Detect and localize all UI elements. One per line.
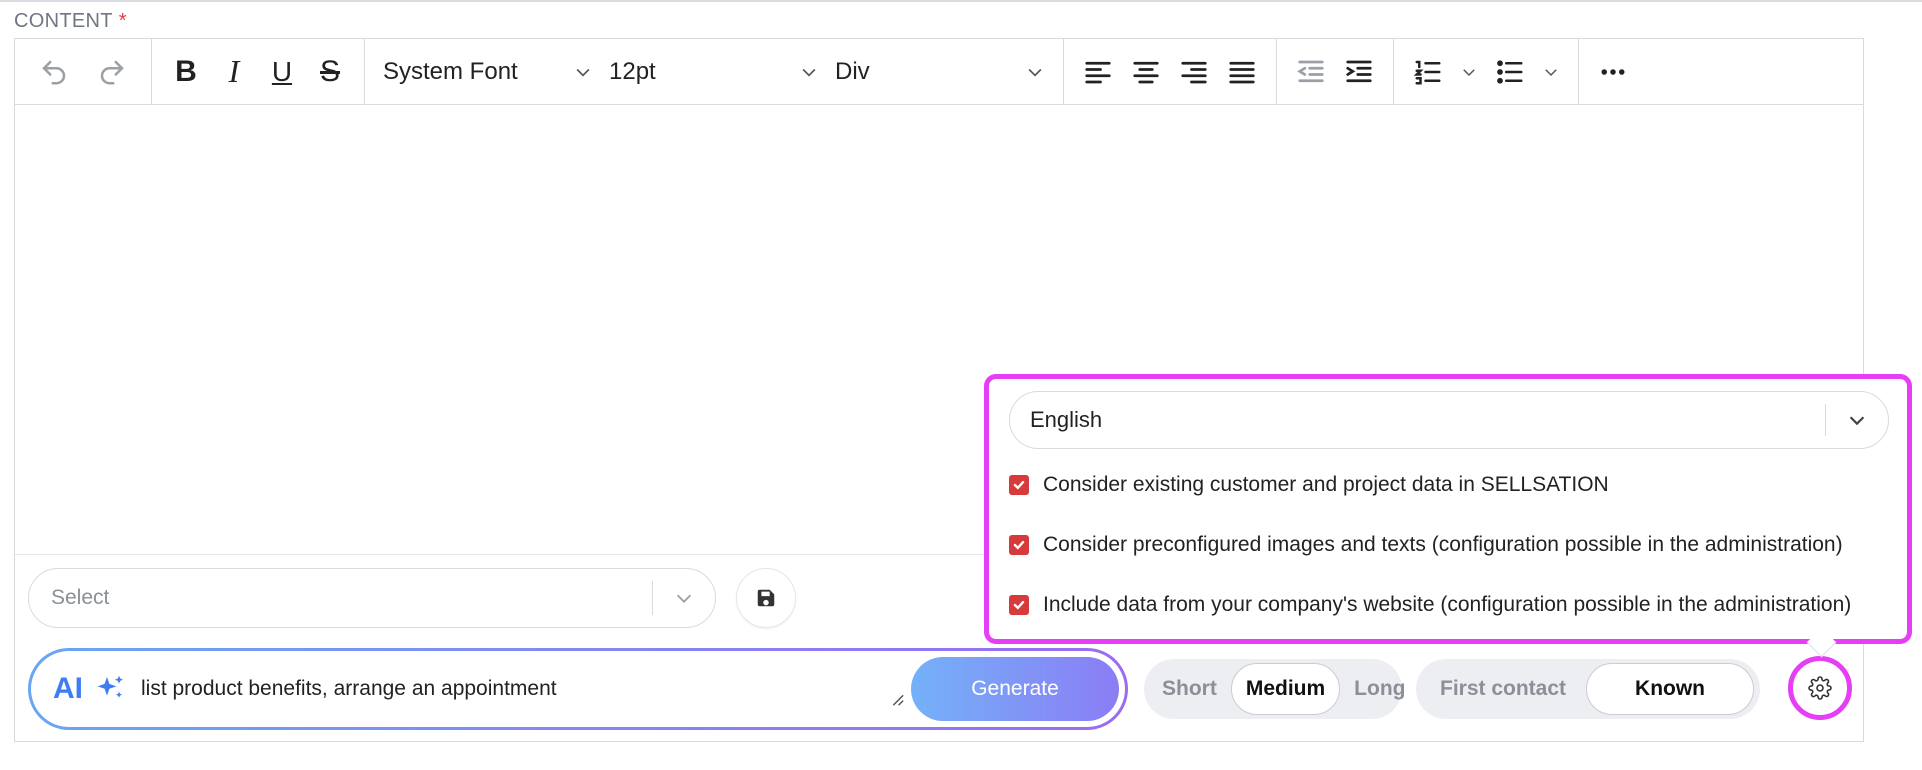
align-right-button[interactable] — [1170, 47, 1218, 97]
block-format-select[interactable]: Div — [827, 47, 1053, 97]
more-horizontal-icon — [1601, 68, 1625, 75]
bullet-list-icon — [1497, 59, 1523, 84]
strikethrough-button[interactable]: S — [306, 47, 354, 97]
resize-handle-icon[interactable] — [887, 689, 905, 712]
contact-option-first[interactable]: First contact — [1420, 663, 1586, 715]
undo-button[interactable] — [25, 47, 83, 97]
option-label: Consider preconfigured images and texts … — [1043, 533, 1843, 556]
align-justify-button[interactable] — [1218, 47, 1266, 97]
ai-prompt-input[interactable] — [139, 676, 833, 702]
content-label: CONTENT * — [14, 10, 127, 33]
indent-button[interactable] — [1335, 47, 1383, 97]
sparkle-icon — [95, 673, 127, 705]
align-left-icon — [1085, 61, 1111, 83]
contact-option-known[interactable]: Known — [1586, 663, 1755, 715]
font-size-value: 12pt — [609, 57, 656, 85]
bold-icon: B — [175, 54, 197, 88]
align-right-icon — [1181, 61, 1207, 83]
font-size-select[interactable]: 12pt — [601, 47, 827, 97]
length-option-medium[interactable]: Medium — [1230, 663, 1341, 715]
option-label: Consider existing customer and project d… — [1043, 473, 1609, 496]
font-family-value: System Font — [383, 57, 518, 85]
floppy-disk-icon — [757, 589, 775, 607]
history-group — [15, 39, 152, 104]
content-label-text: CONTENT — [14, 10, 113, 32]
italic-button[interactable]: I — [210, 47, 258, 97]
redo-icon — [100, 60, 124, 84]
option-preconfigured-content[interactable]: Consider preconfigured images and texts … — [1009, 533, 1843, 557]
ai-settings-button[interactable] — [1788, 656, 1852, 720]
required-marker: * — [118, 10, 127, 32]
option-customer-data[interactable]: Consider existing customer and project d… — [1009, 473, 1609, 497]
language-value: English — [1030, 407, 1103, 432]
align-left-button[interactable] — [1074, 47, 1122, 97]
font-family-select[interactable]: System Font — [375, 47, 601, 97]
checkbox-checked-icon[interactable] — [1009, 535, 1029, 555]
chevron-down-icon — [802, 68, 816, 77]
font-group: System Font 12pt Div — [365, 39, 1064, 104]
top-border — [0, 0, 1922, 2]
chevron-down-icon — [576, 68, 590, 77]
strikethrough-icon: S — [319, 54, 340, 88]
italic-icon: I — [228, 53, 240, 89]
indent-icon — [1346, 60, 1372, 82]
gear-icon — [1808, 676, 1832, 700]
align-center-icon — [1133, 61, 1159, 83]
chevron-down-icon — [1463, 68, 1475, 76]
template-select-placeholder: Select — [51, 586, 110, 609]
length-option-long[interactable]: Long — [1340, 663, 1419, 715]
ai-prompt-bar: AI Generate — [28, 648, 1128, 730]
option-company-website[interactable]: Include data from your company's website… — [1009, 593, 1851, 617]
language-select[interactable]: English — [1009, 391, 1889, 449]
format-group: B I U S — [152, 39, 365, 104]
checkbox-checked-icon[interactable] — [1009, 475, 1029, 495]
editor-toolbar: B I U S System Font 12pt Div — [15, 39, 1863, 105]
underline-button[interactable]: U — [258, 47, 306, 97]
numbered-list-icon — [1413, 60, 1441, 84]
numbered-list-button[interactable] — [1404, 47, 1452, 97]
align-justify-icon — [1229, 61, 1255, 83]
option-label: Include data from your company's website… — [1043, 593, 1852, 616]
bullet-list-options[interactable] — [1534, 47, 1568, 97]
chevron-down-icon — [1826, 409, 1888, 431]
bullet-list-button[interactable] — [1486, 47, 1534, 97]
length-option-short[interactable]: Short — [1148, 663, 1231, 715]
ai-prompt-inner: AI Generate — [31, 651, 1125, 727]
undo-icon — [42, 60, 66, 84]
chevron-down-icon — [1028, 68, 1042, 77]
more-group — [1579, 39, 1647, 104]
template-select[interactable]: Select — [28, 568, 716, 628]
indent-group — [1277, 39, 1394, 104]
redo-button[interactable] — [83, 47, 141, 97]
outdent-icon — [1297, 60, 1324, 82]
length-toggle: Short Medium Long — [1144, 659, 1405, 719]
align-group — [1064, 39, 1277, 104]
block-format-value: Div — [835, 57, 870, 85]
underline-icon: U — [271, 55, 293, 87]
checkbox-checked-icon[interactable] — [1009, 595, 1029, 615]
chevron-down-icon — [1545, 68, 1557, 76]
outdent-button[interactable] — [1287, 47, 1335, 97]
contact-toggle: First contact Known — [1416, 659, 1760, 719]
more-button[interactable] — [1589, 47, 1637, 97]
ai-settings-popover: English Consider existing customer and p… — [984, 374, 1912, 658]
ai-logo: AI — [53, 672, 83, 705]
list-group — [1394, 39, 1579, 104]
numbered-list-options[interactable] — [1452, 47, 1486, 97]
save-template-button[interactable] — [736, 568, 796, 628]
align-center-button[interactable] — [1122, 47, 1170, 97]
bold-button[interactable]: B — [162, 47, 210, 97]
generate-button[interactable]: Generate — [911, 657, 1119, 721]
chevron-down-icon — [653, 587, 715, 609]
